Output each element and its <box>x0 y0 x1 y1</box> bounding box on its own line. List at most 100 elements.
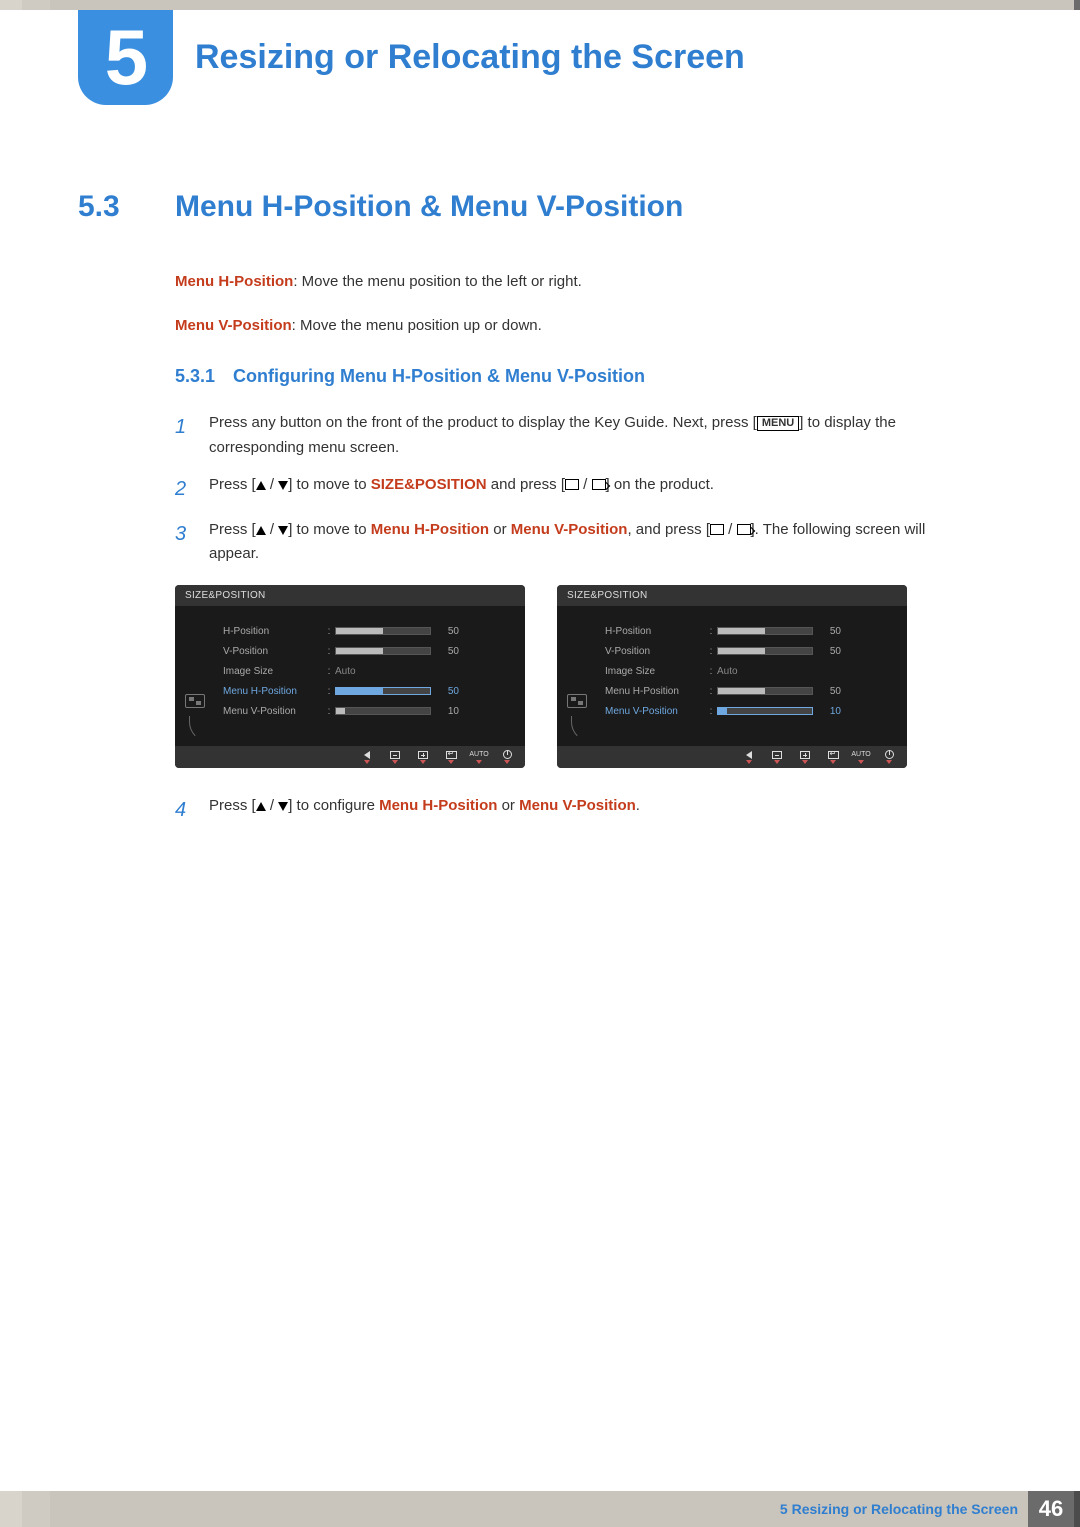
osd-enter-button <box>445 750 457 764</box>
osd-mvpos-value: 10 <box>813 706 841 717</box>
osd-imgsize-value: Auto <box>717 666 738 677</box>
step-number: 1 <box>175 411 193 461</box>
osd-mhpos-value: 50 <box>431 686 459 697</box>
osd-header: SIZE&POSITION <box>175 585 525 606</box>
enter-icon <box>737 524 751 535</box>
osd-panel-right: SIZE&POSITION H-Position:50 V-Position:5… <box>557 585 907 768</box>
osd-mvpos-label: Menu V-Position <box>223 706 323 717</box>
section-title: Menu H-Position & Menu V-Position <box>175 190 683 224</box>
footer-chapter-num: 5 <box>780 1501 788 1517</box>
up-arrow-icon <box>256 526 266 535</box>
step-number: 3 <box>175 518 193 568</box>
osd-swoosh <box>571 716 601 742</box>
osd-power-button <box>883 750 895 764</box>
osd-hpos-value: 50 <box>431 626 459 637</box>
osd-vpos-value: 50 <box>813 646 841 657</box>
step3-text-c: , and press [ <box>627 521 710 538</box>
page-content: 5.3 Menu H-Position & Menu V-Position Me… <box>78 190 998 839</box>
step2-text-d: ] on the product. <box>606 476 714 493</box>
section-heading: 5.3 Menu H-Position & Menu V-Position <box>78 190 998 224</box>
down-arrow-icon <box>278 481 288 490</box>
step4-text-c: . <box>636 797 640 814</box>
osd-footer: AUTO <box>175 746 525 768</box>
menu-h-text: : Move the menu position to the left or … <box>293 273 582 290</box>
osd-category-icon <box>185 694 205 708</box>
source-icon <box>710 524 724 535</box>
osd-panels: SIZE&POSITION H-Position:50 V-Position:5… <box>175 585 963 768</box>
step2-text-b: ] to move to <box>288 476 371 493</box>
menu-h-label: Menu H-Position <box>175 273 293 290</box>
osd-vpos-label: V-Position <box>223 646 323 657</box>
page-footer: 5 Resizing or Relocating the Screen 46 <box>0 1491 1080 1527</box>
subsection-title: Configuring Menu H-Position & Menu V-Pos… <box>233 366 645 387</box>
osd-plus-button <box>417 750 429 764</box>
osd-back-button <box>361 750 373 764</box>
page-number: 46 <box>1028 1491 1074 1527</box>
menu-v-text: : Move the menu position up or down. <box>292 317 542 334</box>
osd-swoosh <box>189 716 219 742</box>
step3-text-b: ] to move to <box>288 521 371 538</box>
step4-text-b: ] to configure <box>288 797 379 814</box>
footer-chapter-title: Resizing or Relocating the Screen <box>792 1501 1018 1517</box>
osd-power-button <box>501 750 513 764</box>
menu-key-icon: MENU <box>757 416 799 431</box>
enter-icon <box>592 479 606 490</box>
menu-v-keyword: Menu V-Position <box>519 797 636 814</box>
source-icon <box>565 479 579 490</box>
intro-h-paragraph: Menu H-Position: Move the menu position … <box>175 270 963 294</box>
osd-enter-button <box>827 750 839 764</box>
step-number: 2 <box>175 473 193 506</box>
step-2: 2 Press [ / ] to move to SIZE&POSITION a… <box>175 473 963 506</box>
section-number: 5.3 <box>78 190 153 224</box>
osd-auto-button: AUTO <box>473 750 485 764</box>
step4-or: or <box>497 797 519 814</box>
osd-auto-button: AUTO <box>855 750 867 764</box>
osd-hpos-label: H-Position <box>223 626 323 637</box>
subsection-number: 5.3.1 <box>175 366 215 387</box>
osd-footer: AUTO <box>557 746 907 768</box>
intro-v-paragraph: Menu V-Position: Move the menu position … <box>175 314 963 338</box>
osd-vpos-label: V-Position <box>605 646 705 657</box>
step-1: 1 Press any button on the front of the p… <box>175 411 963 461</box>
osd-panel-left: SIZE&POSITION H-Position:50 V-Position:5… <box>175 585 525 768</box>
menu-v-label: Menu V-Position <box>175 317 292 334</box>
down-arrow-icon <box>278 802 288 811</box>
osd-mhpos-label: Menu H-Position <box>223 686 323 697</box>
step4-text-a: Press [ <box>209 797 256 814</box>
osd-minus-button <box>771 750 783 764</box>
step-4: 4 Press [ / ] to configure Menu H-Positi… <box>175 794 963 827</box>
size-position-keyword: SIZE&POSITION <box>371 476 487 493</box>
menu-v-keyword: Menu V-Position <box>511 521 628 538</box>
osd-header: SIZE&POSITION <box>557 585 907 606</box>
step1-text-a: Press any button on the front of the pro… <box>209 414 757 431</box>
step-3: 3 Press [ / ] to move to Menu H-Position… <box>175 518 963 568</box>
up-arrow-icon <box>256 481 266 490</box>
step3-or: or <box>489 521 511 538</box>
subsection-heading: 5.3.1 Configuring Menu H-Position & Menu… <box>175 366 963 387</box>
step2-text-a: Press [ <box>209 476 256 493</box>
osd-mhpos-label: Menu H-Position <box>605 686 705 697</box>
osd-mvpos-label: Menu V-Position <box>605 706 705 717</box>
down-arrow-icon <box>278 526 288 535</box>
menu-h-keyword: Menu H-Position <box>379 797 497 814</box>
osd-minus-button <box>389 750 401 764</box>
osd-imgsize-label: Image Size <box>223 666 323 677</box>
top-accent-stripe <box>0 0 1080 10</box>
osd-mvpos-value: 10 <box>431 706 459 717</box>
osd-hpos-value: 50 <box>813 626 841 637</box>
chapter-title: Resizing or Relocating the Screen <box>195 38 745 77</box>
osd-plus-button <box>799 750 811 764</box>
chapter-number-badge: 5 <box>78 10 173 105</box>
osd-back-button <box>743 750 755 764</box>
osd-hpos-label: H-Position <box>605 626 705 637</box>
osd-imgsize-value: Auto <box>335 666 356 677</box>
step-number: 4 <box>175 794 193 827</box>
osd-imgsize-label: Image Size <box>605 666 705 677</box>
up-arrow-icon <box>256 802 266 811</box>
menu-h-keyword: Menu H-Position <box>371 521 489 538</box>
osd-category-icon <box>567 694 587 708</box>
step3-text-a: Press [ <box>209 521 256 538</box>
osd-mhpos-value: 50 <box>813 686 841 697</box>
step2-text-c: and press [ <box>487 476 565 493</box>
osd-vpos-value: 50 <box>431 646 459 657</box>
